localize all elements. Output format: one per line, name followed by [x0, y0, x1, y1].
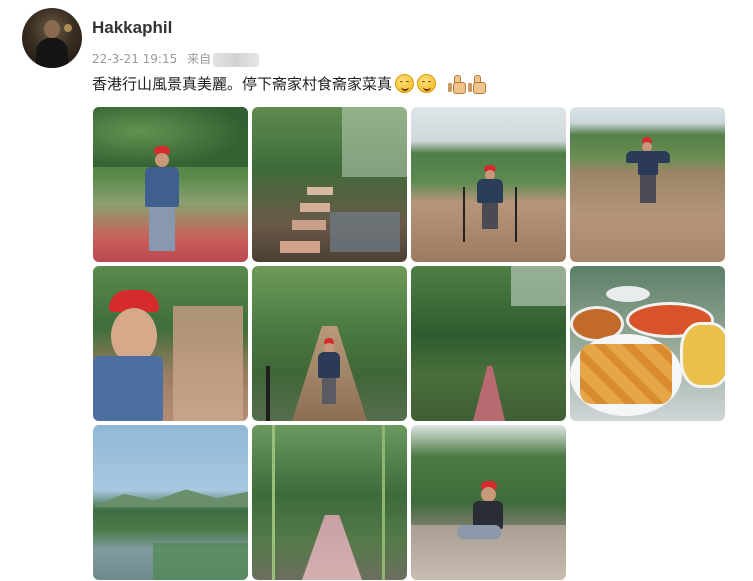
post-meta: 22-3-21 19:15 来自: [92, 50, 260, 67]
avatar[interactable]: [22, 8, 82, 68]
grinning-face-icon: [417, 74, 437, 93]
post-body: 香港行山風景真美麗。停下斋家村食斋家菜真: [92, 75, 393, 93]
grinning-face-icon: [395, 74, 415, 93]
thumbs-up-icon: [448, 74, 467, 94]
post-text: 香港行山風景真美麗。停下斋家村食斋家菜真: [92, 73, 487, 94]
post-timestamp: 22-3-21 19:15: [92, 52, 178, 66]
photo-jungle-path[interactable]: [411, 266, 566, 421]
photo-lake-hills[interactable]: [93, 425, 248, 580]
photo-selfie-trail[interactable]: [93, 266, 248, 421]
photo-hiker-muddy-flats[interactable]: [411, 107, 566, 262]
photo-vegetarian-dishes[interactable]: [570, 266, 725, 421]
photo-hiker-tidal-pool[interactable]: [570, 107, 725, 262]
thumbs-up-icon: [468, 74, 487, 94]
photo-hiker-sitting-rocks[interactable]: [411, 425, 566, 580]
blurred-source: [213, 52, 260, 67]
photo-bamboo-path[interactable]: [252, 425, 407, 580]
photo-stone-steps-stream[interactable]: [252, 107, 407, 262]
source-label: 来自: [187, 52, 212, 66]
photo-hiker-red-soil[interactable]: [93, 107, 248, 262]
photo-boardwalk-forest[interactable]: [252, 266, 407, 421]
username[interactable]: Hakkaphil: [92, 18, 172, 38]
